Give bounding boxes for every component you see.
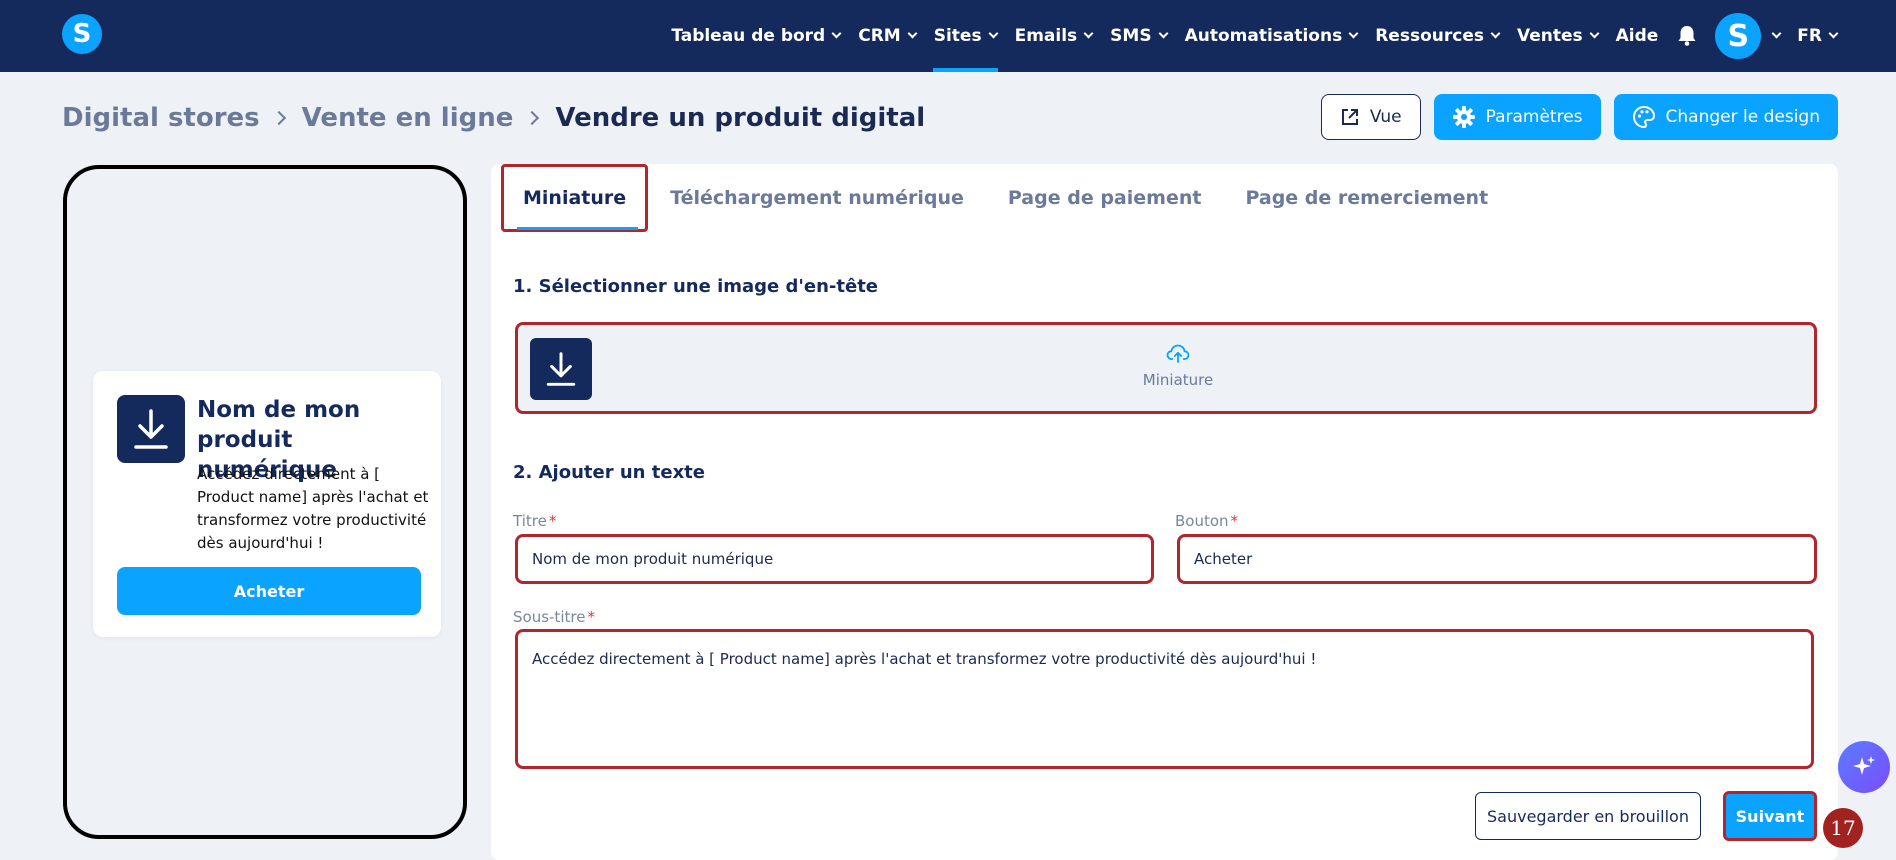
nav-item-ventes[interactable]: Ventes: [1508, 0, 1607, 72]
nav-label: SMS: [1110, 26, 1152, 46]
header-image-upload[interactable]: Miniature: [515, 322, 1817, 414]
settings-button[interactable]: Paramètres: [1433, 94, 1601, 140]
nav-item-tableau-de-bord[interactable]: Tableau de bord: [662, 0, 849, 72]
change-design-button-label: Changer le design: [1665, 107, 1820, 127]
upload-dropzone[interactable]: Miniature: [1078, 343, 1278, 389]
language-selector[interactable]: FR: [1788, 0, 1846, 72]
ai-assistant-button[interactable]: [1838, 741, 1890, 793]
button-text-input[interactable]: Acheter: [1177, 534, 1817, 584]
section-title-add-text: 2. Ajouter un texte: [513, 462, 705, 483]
download-icon: [530, 338, 592, 400]
label-text: Titre: [513, 512, 547, 530]
top-navbar: S Tableau de bord CRM Sites Emails SMS A…: [0, 0, 1896, 72]
chevron-right-icon: [525, 110, 540, 126]
nav-item-emails[interactable]: Emails: [1006, 0, 1102, 72]
breadcrumb-link-vente-en-ligne[interactable]: Vente en ligne: [302, 103, 514, 133]
title-input-value: Nom de mon produit numérique: [532, 550, 774, 568]
tab-digital-download[interactable]: Téléchargement numérique: [648, 164, 986, 232]
app-logo[interactable]: S: [62, 14, 102, 54]
page-title: Vendre un produit digital: [555, 103, 926, 133]
chevron-down-icon: [1348, 28, 1359, 39]
gear-icon: [1452, 106, 1475, 128]
nav-label: Sites: [933, 26, 982, 46]
nav-label: CRM: [858, 26, 901, 46]
preview-buy-button[interactable]: Acheter: [117, 567, 421, 615]
next-button[interactable]: Suivant: [1723, 791, 1817, 841]
nav-label: Ventes: [1516, 26, 1583, 46]
upload-label: Miniature: [1142, 371, 1214, 389]
chevron-down-icon: [1771, 28, 1782, 39]
user-menu[interactable]: S: [1707, 0, 1788, 72]
chevron-down-icon: [1828, 28, 1839, 39]
chevron-down-icon: [988, 28, 999, 39]
section-title-header-image: 1. Sélectionner une image d'en-tête: [513, 276, 879, 297]
required-mark: *: [1230, 512, 1239, 530]
nav-label: Aide: [1615, 26, 1659, 46]
settings-button-label: Paramètres: [1485, 107, 1583, 127]
main-nav: Tableau de bord CRM Sites Emails SMS Aut…: [662, 0, 1846, 72]
tab-miniature[interactable]: Miniature: [501, 164, 649, 232]
label-text: Sous-titre: [513, 608, 586, 626]
view-button-label: Vue: [1369, 107, 1402, 127]
change-design-button[interactable]: Changer le design: [1613, 94, 1838, 140]
product-preview-card: Nom de mon produit numérique Accédez dir…: [93, 371, 441, 637]
subtitle-textarea[interactable]: Accédez directement à [ Product name] ap…: [515, 629, 1814, 769]
header-actions: Vue Paramètres Changer le design: [1320, 94, 1838, 140]
required-mark: *: [548, 512, 557, 530]
button-field-label: Bouton *: [1175, 512, 1238, 530]
external-link-icon: [1341, 109, 1358, 125]
label-text: Bouton: [1175, 512, 1229, 530]
step-number-badge: 17: [1823, 808, 1863, 848]
nav-item-aide[interactable]: Aide: [1607, 0, 1668, 72]
breadcrumb: Digital stores Vente en ligne Vendre un …: [62, 100, 925, 136]
tab-bar: Miniature Téléchargement numérique Page …: [501, 164, 1510, 232]
palette-icon: [1632, 105, 1655, 129]
sparkles-icon: [1853, 756, 1875, 775]
nav-item-crm[interactable]: CRM: [849, 0, 924, 72]
language-label: FR: [1797, 26, 1822, 46]
nav-item-automatisations[interactable]: Automatisations: [1176, 0, 1367, 72]
chevron-down-icon: [1589, 28, 1600, 39]
chevron-right-icon: [271, 110, 286, 126]
subtitle-field-label: Sous-titre *: [513, 608, 595, 626]
nav-label: Ressources: [1375, 26, 1484, 46]
mobile-preview: Nom de mon produit numérique Accédez dir…: [63, 165, 467, 839]
nav-item-sms[interactable]: SMS: [1101, 0, 1175, 72]
nav-label: Automatisations: [1184, 26, 1343, 46]
view-button[interactable]: Vue: [1320, 94, 1421, 140]
cloud-upload-icon: [1166, 344, 1190, 363]
tab-thank-you-page[interactable]: Page de remerciement: [1223, 164, 1510, 232]
chevron-down-icon: [907, 28, 918, 39]
notification-bell-icon[interactable]: [1667, 0, 1707, 72]
nav-item-ressources[interactable]: Ressources: [1366, 0, 1508, 72]
chevron-down-icon: [831, 28, 842, 39]
nav-label: Emails: [1014, 26, 1078, 46]
chevron-down-icon: [1158, 28, 1169, 39]
subtitle-textarea-value: Accédez directement à [ Product name] ap…: [532, 650, 1317, 668]
title-field-label: Titre *: [513, 512, 556, 530]
button-input-value: Acheter: [1194, 550, 1253, 568]
download-icon: [117, 395, 185, 463]
avatar: S: [1715, 13, 1762, 59]
nav-label: Tableau de bord: [671, 26, 826, 46]
chevron-down-icon: [1083, 28, 1094, 39]
nav-item-sites[interactable]: Sites: [925, 0, 1006, 72]
save-draft-button[interactable]: Sauvegarder en brouillon: [1475, 792, 1701, 840]
chevron-down-icon: [1490, 28, 1501, 39]
title-input[interactable]: Nom de mon produit numérique: [515, 534, 1154, 584]
editor-panel: Miniature Téléchargement numérique Page …: [491, 164, 1838, 860]
breadcrumb-link-digital-stores[interactable]: Digital stores: [62, 103, 260, 133]
preview-subtitle: Accédez directement à [ Product name] ap…: [197, 465, 429, 552]
required-mark: *: [587, 608, 595, 626]
tab-payment-page[interactable]: Page de paiement: [986, 164, 1224, 232]
